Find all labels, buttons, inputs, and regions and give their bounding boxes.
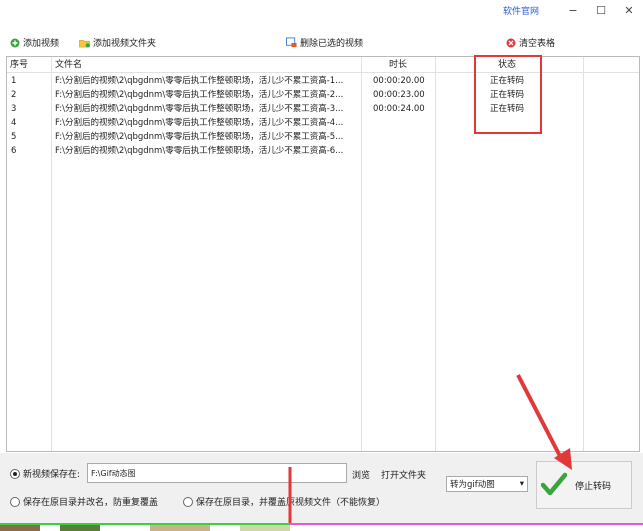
add-circle-icon bbox=[9, 37, 20, 48]
radio-save-original-overwrite[interactable] bbox=[183, 496, 193, 507]
column-divider bbox=[583, 57, 584, 451]
header-filename[interactable]: 文件名 bbox=[55, 58, 82, 72]
maximize-button[interactable]: ☐ bbox=[590, 2, 612, 18]
add-folder-button[interactable]: 添加视频文件夹 bbox=[79, 36, 156, 49]
output-settings-panel: 新视频保存在: 浏览 打开文件夹 保存在原目录并改名，防重复覆盖 保存在原目录，… bbox=[0, 453, 643, 523]
radio-save-original-rename[interactable] bbox=[10, 496, 20, 507]
save-path-input[interactable] bbox=[87, 463, 347, 483]
clear-table-label: 清空表格 bbox=[519, 39, 556, 49]
row-filename: F:\分割后的视频\2\qbgdnm\零零后执工作整顿职场，活儿少不累工资高-2… bbox=[55, 90, 344, 100]
checkmark-icon bbox=[540, 472, 568, 499]
delete-file-icon bbox=[286, 37, 297, 48]
row-index: 3 bbox=[11, 104, 17, 114]
video-table[interactable]: 序号 文件名 时长 状态 1 F:\分割后的视频\2\qbgdnm\零零后执工作… bbox=[6, 56, 640, 452]
header-index[interactable]: 序号 bbox=[10, 58, 28, 72]
column-divider bbox=[435, 57, 436, 451]
column-divider bbox=[51, 57, 52, 451]
save-original-overwrite-label: 保存在原目录，并覆盖原视频文件（不能恢复） bbox=[196, 498, 386, 508]
progress-pink-bar bbox=[290, 523, 643, 525]
browse-button[interactable]: 浏览 bbox=[352, 468, 370, 481]
delete-selected-label: 删除已选的视频 bbox=[300, 39, 364, 49]
row-index: 2 bbox=[11, 90, 17, 100]
save-new-option[interactable]: 新视频保存在: bbox=[10, 467, 80, 480]
status-highlight-box bbox=[474, 55, 542, 134]
row-index: 4 bbox=[11, 118, 17, 128]
save-original-overwrite-option[interactable]: 保存在原目录，并覆盖原视频文件（不能恢复） bbox=[183, 495, 385, 508]
clear-table-button[interactable]: 清空表格 bbox=[505, 36, 555, 49]
header-duration[interactable]: 时长 bbox=[389, 58, 407, 72]
official-site-link[interactable]: 软件官网 bbox=[503, 4, 539, 17]
row-filename: F:\分割后的视频\2\qbgdnm\零零后执工作整顿职场，活儿少不累工资高-5… bbox=[55, 132, 344, 142]
stop-convert-button[interactable]: 停止转码 bbox=[536, 461, 632, 509]
delete-selected-button[interactable]: 删除已选的视频 bbox=[286, 36, 363, 49]
add-video-label: 添加视频 bbox=[23, 39, 60, 49]
column-divider bbox=[361, 57, 362, 451]
save-new-label: 新视频保存在: bbox=[23, 470, 81, 480]
clear-x-icon bbox=[505, 37, 516, 48]
chevron-down-icon: ▾ bbox=[519, 479, 524, 489]
row-filename: F:\分割后的视频\2\qbgdnm\零零后执工作整顿职场，活儿少不累工资高-6… bbox=[55, 146, 344, 156]
add-folder-label: 添加视频文件夹 bbox=[93, 39, 157, 49]
open-folder-button[interactable]: 打开文件夹 bbox=[381, 468, 426, 481]
row-duration: 00:00:20.00 bbox=[373, 76, 425, 86]
row-index: 5 bbox=[11, 132, 17, 142]
toolbar: 添加视频 添加视频文件夹 删除已选的视频 清空表格 bbox=[0, 30, 643, 56]
thumbnail-strip bbox=[0, 523, 643, 531]
progress-green-bar bbox=[0, 523, 290, 525]
format-select-value: 转为gif动图 bbox=[450, 480, 495, 490]
header-divider bbox=[7, 72, 639, 73]
row-filename: F:\分割后的视频\2\qbgdnm\零零后执工作整顿职场，活儿少不累工资高-3… bbox=[55, 104, 344, 114]
row-duration: 00:00:23.00 bbox=[373, 90, 425, 100]
folder-add-icon bbox=[79, 37, 90, 48]
title-bar: 软件官网 − ☐ ✕ bbox=[0, 0, 643, 22]
row-index: 6 bbox=[11, 146, 17, 156]
stop-convert-label: 停止转码 bbox=[575, 481, 612, 492]
row-index: 1 bbox=[11, 76, 17, 86]
minimize-button[interactable]: − bbox=[562, 2, 584, 18]
row-filename: F:\分割后的视频\2\qbgdnm\零零后执工作整顿职场，活儿少不累工资高-4… bbox=[55, 118, 344, 128]
radio-save-new[interactable] bbox=[10, 468, 20, 479]
row-duration: 00:00:24.00 bbox=[373, 104, 425, 114]
add-video-button[interactable]: 添加视频 bbox=[9, 36, 59, 49]
format-select[interactable]: 转为gif动图 ▾ bbox=[446, 476, 528, 492]
close-button[interactable]: ✕ bbox=[618, 2, 640, 18]
save-original-rename-label: 保存在原目录并改名，防重复覆盖 bbox=[23, 498, 159, 508]
save-original-rename-option[interactable]: 保存在原目录并改名，防重复覆盖 bbox=[10, 495, 158, 508]
row-filename: F:\分割后的视频\2\qbgdnm\零零后执工作整顿职场，活儿少不累工资高-1… bbox=[55, 76, 344, 86]
